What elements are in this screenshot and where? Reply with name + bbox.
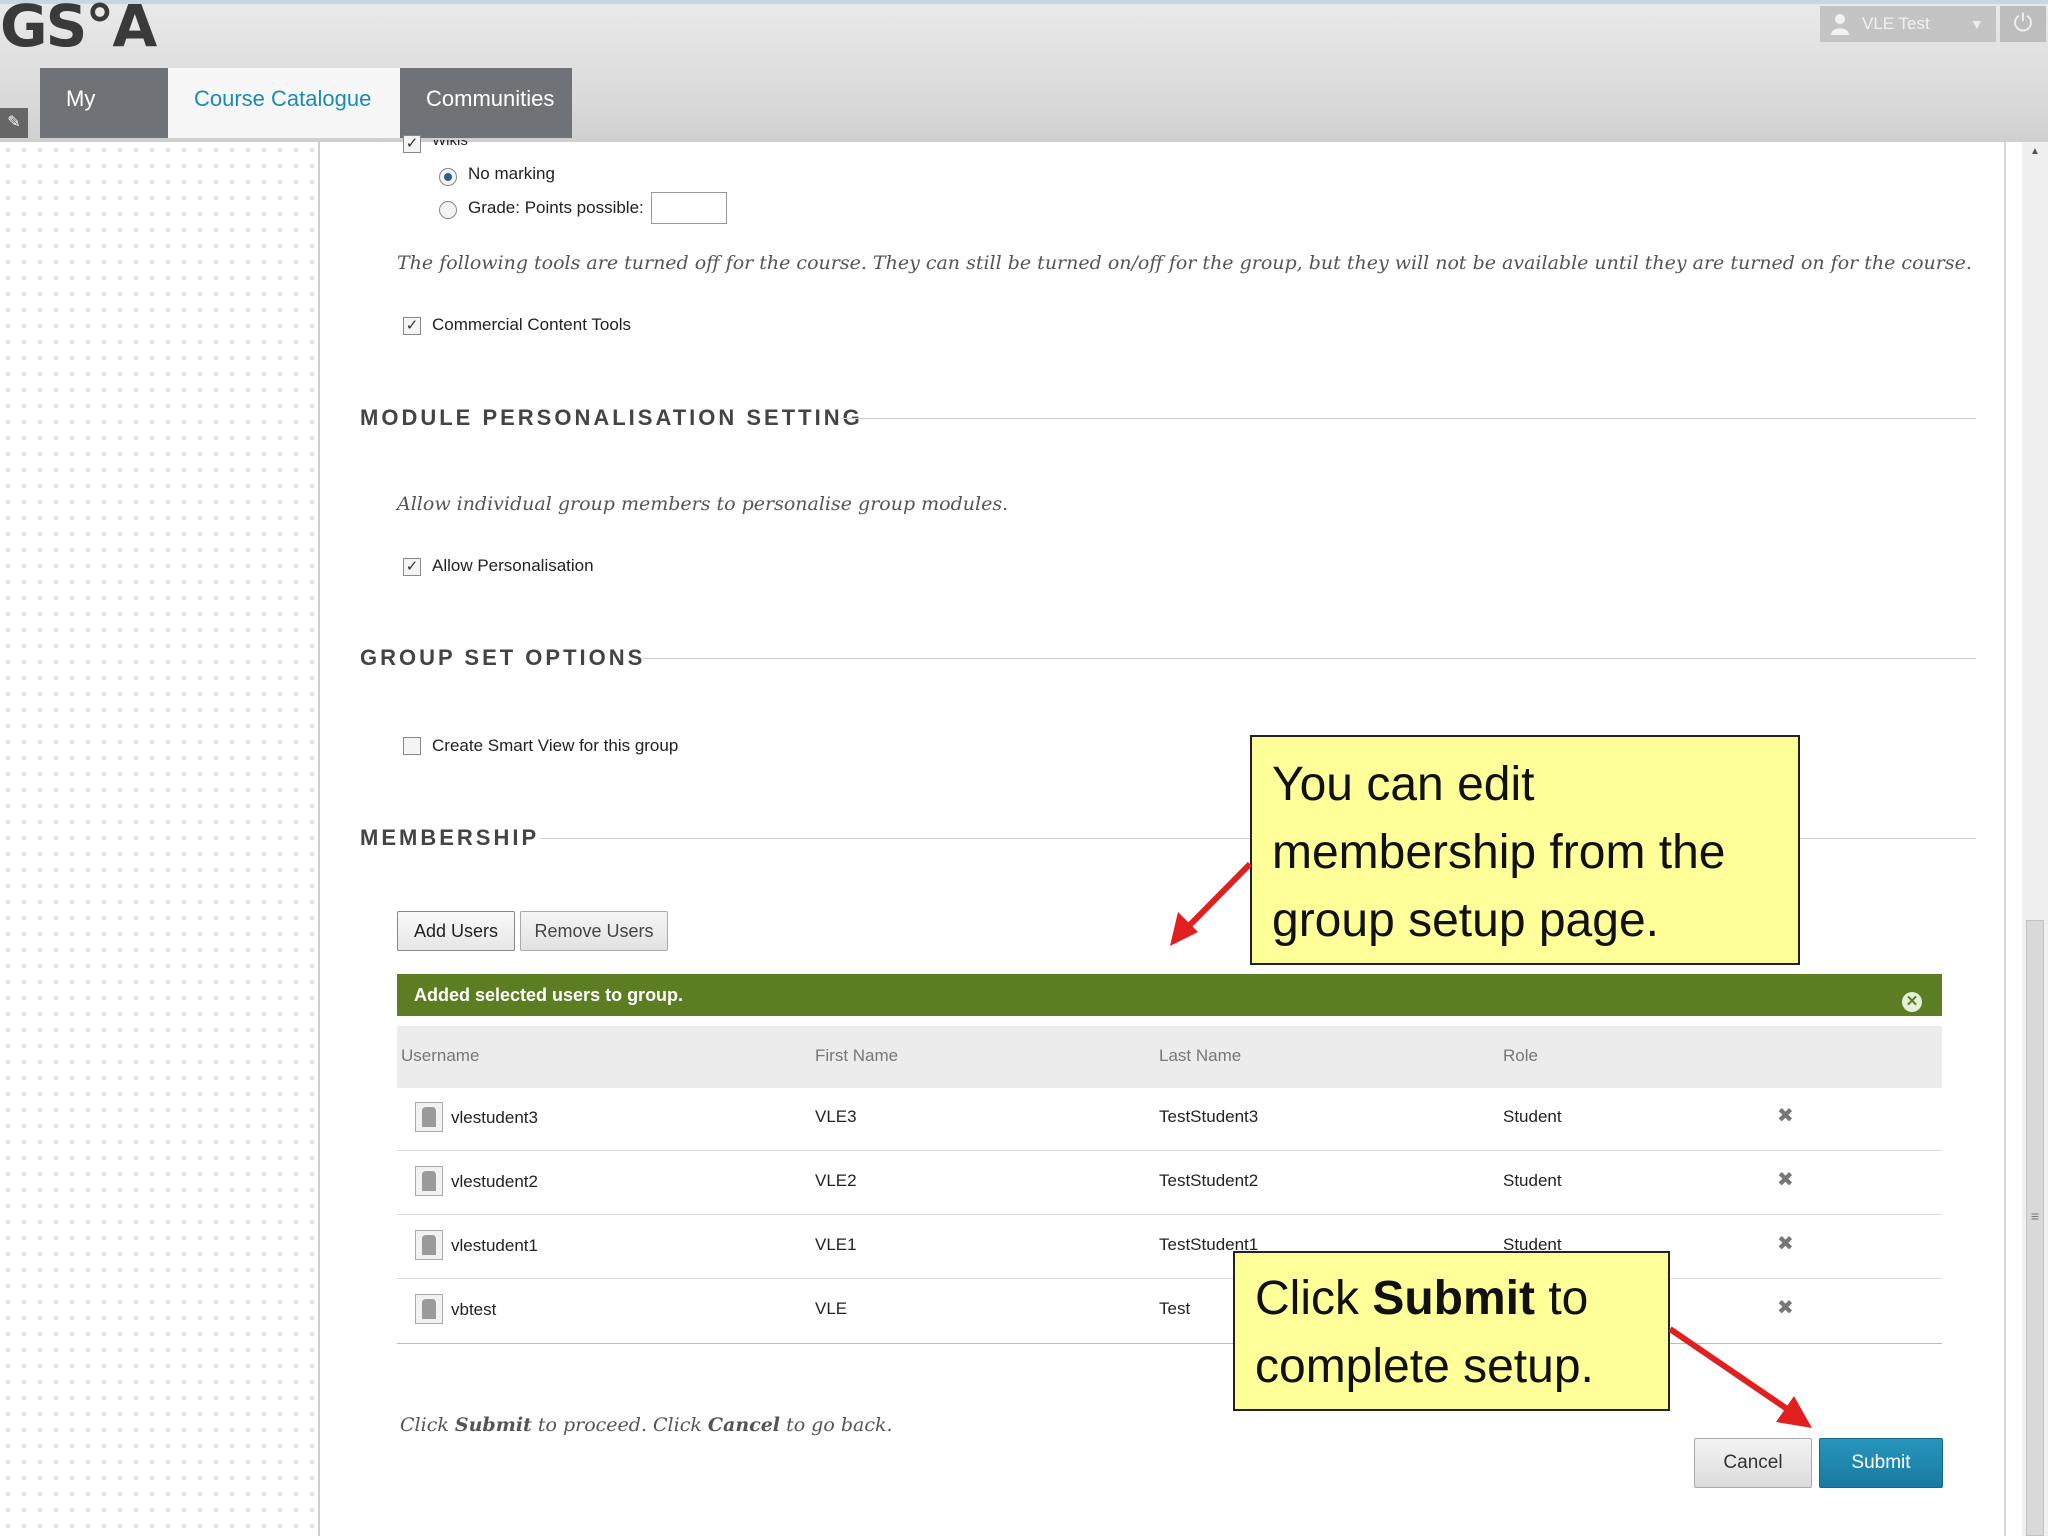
points-possible-input[interactable]	[651, 192, 727, 224]
tab-course-catalogue[interactable]: Course Catalogue	[168, 68, 400, 138]
arrow-head-membership	[1170, 912, 1198, 946]
row-last-name: Test	[1159, 1299, 1191, 1318]
power-icon[interactable]: ⏻	[2000, 6, 2046, 42]
row-role: Student	[1503, 1107, 1562, 1126]
remove-member-icon[interactable]: ✖	[1777, 1231, 1794, 1256]
remove-users-button[interactable]: Remove Users	[520, 911, 668, 951]
column-header-first-name[interactable]: First Name	[815, 1046, 898, 1066]
chevron-down-icon[interactable]: ▼	[1970, 6, 1984, 42]
user-icon	[1831, 14, 1849, 35]
smart-view-label: Create Smart View for this group	[432, 736, 679, 755]
institution-logo[interactable]: GS°A	[0, 0, 157, 55]
section-divider	[840, 418, 1976, 419]
tab-communities[interactable]: Communities	[400, 68, 572, 138]
row-first-name: VLE	[815, 1299, 848, 1318]
arrow-head-submit	[1776, 1396, 1812, 1428]
membership-section-title: MEMBERSHIP	[360, 825, 540, 850]
content-right-border	[2004, 142, 2006, 1536]
cancel-button[interactable]: Cancel	[1694, 1438, 1812, 1488]
remove-member-icon[interactable]: ✖	[1777, 1167, 1794, 1192]
row-first-name: VLE1	[815, 1235, 857, 1254]
no-marking-radio[interactable]	[439, 168, 457, 186]
scroll-up-icon[interactable]: ▲	[2026, 146, 2044, 157]
row-username: vlestudent1	[451, 1236, 538, 1255]
arrow-to-membership	[1177, 861, 1253, 938]
avatar	[415, 1166, 443, 1196]
avatar	[415, 1230, 443, 1260]
pin-icon[interactable]: ✎	[0, 108, 28, 138]
personalisation-note: Allow individual group members to person…	[397, 493, 1009, 515]
success-message: Added selected users to group.	[414, 985, 684, 1005]
content-border	[318, 142, 320, 1536]
row-username: vlestudent2	[451, 1172, 538, 1191]
row-last-name: TestStudent3	[1159, 1107, 1259, 1126]
submit-word: Submit	[454, 1414, 532, 1436]
wikis-checkbox[interactable]: ✓	[403, 135, 421, 153]
table-bottom-divider	[397, 1343, 1942, 1344]
section-divider	[642, 658, 1976, 659]
submit-button[interactable]: Submit	[1819, 1438, 1943, 1488]
column-header-last-name[interactable]: Last Name	[1159, 1046, 1241, 1066]
submit-callout: Click Submit to complete setup.	[1233, 1251, 1670, 1411]
scrollbar-thumb[interactable]	[2026, 920, 2044, 1536]
allow-personalisation-checkbox[interactable]: ✓	[403, 558, 421, 576]
row-divider	[397, 1214, 1942, 1215]
row-username: vbtest	[451, 1300, 497, 1319]
arrow-to-submit	[1668, 1326, 1798, 1418]
row-last-name: TestStudent2	[1159, 1171, 1259, 1190]
membership-callout: You can edit membership from the group s…	[1250, 735, 1800, 965]
row-first-name: VLE3	[815, 1107, 857, 1126]
row-username: vlestudent3	[451, 1108, 538, 1127]
personalisation-section-title: MODULE PERSONALISATION SETTING	[360, 405, 863, 430]
grade-radio[interactable]	[439, 201, 457, 219]
left-gutter	[0, 142, 318, 1536]
grade-points-label: Grade: Points possible:	[468, 198, 644, 217]
remove-member-icon[interactable]: ✖	[1777, 1103, 1794, 1128]
row-divider	[397, 1278, 1942, 1279]
add-users-button[interactable]: Add Users	[397, 911, 515, 951]
tab-my-vle[interactable]: My VLE	[40, 68, 168, 173]
cancel-word: Cancel	[707, 1414, 781, 1436]
commercial-content-label: Commercial Content Tools	[432, 315, 632, 334]
submit-instructions: Click Submit to proceed. Click Cancel to…	[400, 1414, 893, 1436]
close-icon[interactable]: ✕	[1902, 992, 1922, 1012]
tools-off-note: The following tools are turned off for t…	[397, 252, 1972, 274]
smart-view-checkbox[interactable]	[403, 737, 421, 755]
avatar	[415, 1102, 443, 1132]
no-marking-label: No marking	[468, 164, 555, 183]
column-header-role[interactable]: Role	[1503, 1046, 1538, 1066]
remove-member-icon[interactable]: ✖	[1777, 1295, 1794, 1320]
commercial-content-checkbox[interactable]: ✓	[403, 317, 421, 335]
row-divider	[397, 1150, 1942, 1151]
row-role: Student	[1503, 1171, 1562, 1190]
avatar	[415, 1294, 443, 1324]
group-set-section-title: GROUP SET OPTIONS	[360, 645, 646, 670]
allow-personalisation-label: Allow Personalisation	[432, 556, 594, 575]
row-first-name: VLE2	[815, 1171, 857, 1190]
column-header-username[interactable]: Username	[401, 1046, 479, 1066]
scroll-grip-icon: ≡	[2030, 1208, 2040, 1224]
